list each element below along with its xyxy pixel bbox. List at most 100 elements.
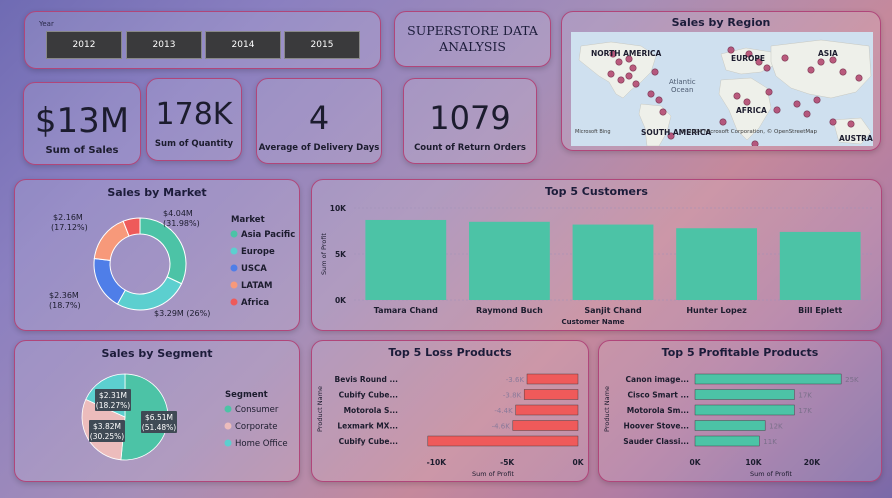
y-tick-label: Motorola S... [344,406,399,415]
legend-label: Home Office [235,439,288,449]
year-button-2015[interactable]: 2015 [284,31,360,59]
map-label-north-america: NORTH AMERICA [591,49,662,58]
map-bubble [765,88,773,96]
map-bubble [615,58,623,66]
y-tick-label: Hoover Stove... [623,422,689,431]
legend-label: Corporate [235,422,278,432]
year-button-2013[interactable]: 2013 [126,31,202,59]
kpi-returns-label: Count of Return Orders [414,143,526,153]
map-bubble [803,110,811,118]
bar [694,373,842,385]
y-tick-label: Bevis Round ... [335,375,399,384]
kpi-card-returns[interactable]: 1079 Count of Return Orders [403,78,537,164]
data-label: $3.29M (26%) [154,309,210,318]
south-america-landmass [638,103,672,146]
map-bubble [719,118,727,126]
data-label: 17K [798,392,812,400]
bar [427,435,579,447]
customers-chart-title: Top 5 Customers [545,185,648,198]
map-bubble [617,76,625,84]
data-label: (18.7%) [49,301,81,310]
year-button-2014[interactable]: 2014 [205,31,281,59]
kpi-card-delivery[interactable]: 4 Average of Delivery Days [256,78,382,164]
sales-by-market-chart[interactable]: Sales by Market $4.04M (31.98%) $3.29M (26… [14,179,300,331]
map-label-africa: AFRICA [736,106,767,115]
legend-label: Asia Pacific [241,230,295,240]
profitable-products-chart[interactable]: Top 5 Profitable Products Canon image...… [598,340,882,482]
map-label-europe: EUROPE [731,54,765,63]
sales-by-segment-chart[interactable]: Sales by Segment $6.51M (51.48%) $3.82M (30… [14,340,300,482]
year-slicer: Year 2012 2013 2014 2015 [24,11,381,69]
year-slicer-label: Year [39,20,54,28]
y-axis-label: Sum of Profit [320,233,328,275]
year-button-2012[interactable]: 2012 [46,31,122,59]
dashboard-title-card: SUPERSTORE DATA ANALYSIS [394,11,551,67]
market-chart-title: Sales by Market [107,186,207,199]
data-label: (17.12%) [51,223,88,232]
x-tick-label: Tamara Chand [374,306,438,315]
legend-label: USCA [241,264,267,274]
bar [512,420,579,431]
map-bubble [781,54,789,62]
data-label: 12K [769,423,783,431]
loss-products-chart[interactable]: Top 5 Loss Products Bevis Round ... -3.6K… [311,340,589,482]
x-axis-label: Sum of Profit [472,470,514,478]
y-tick-label: Cisco Smart ... [628,391,690,400]
dashboard-title-line1: SUPERSTORE DATA [407,23,538,39]
legend-marker [230,264,238,272]
y-tick-label: Cubify Cube... [339,391,399,400]
kpi-quantity-value: 178K [155,97,233,132]
data-label: -4.4K [494,407,513,415]
data-label: -4.6K [492,423,511,431]
data-label: $2.31M [99,391,127,400]
data-label: 25K [845,376,859,384]
x-tick-label: 20K [804,458,821,467]
loss-bar-svg: Bevis Round ... -3.6K Cubify Cube... -3.8K M… [316,373,585,478]
map-bubble [629,64,637,72]
legend-marker [230,298,238,306]
kpi-returns-value: 1079 [429,99,511,137]
legend-marker [224,422,232,430]
data-label: 17K [798,407,812,415]
bar [526,373,579,385]
donut-slice [116,276,183,311]
kpi-sales-label: Sum of Sales [45,145,119,156]
kpi-sales-value: $13M [34,101,130,141]
x-tick-label: Bill Eplett [798,306,842,315]
loss-chart-title: Top 5 Loss Products [388,346,512,359]
kpi-card-quantity[interactable]: 178K Sum of Quantity [146,78,242,161]
legend-title: Market [231,215,265,225]
map-bubble [632,80,640,88]
legend-marker [230,247,238,255]
map-bubble [793,100,801,108]
x-tick-label: Raymond Buch [476,306,543,315]
bar [694,404,795,416]
top-customers-chart[interactable]: Top 5 Customers 0K 5K 10K Tamara Chand Raymo… [311,179,882,331]
segment-chart-title: Sales by Segment [101,347,213,360]
data-label: (30.25%) [90,432,125,441]
data-label: (31.98%) [163,219,200,228]
bar [572,224,654,300]
bar [779,231,861,300]
x-tick-label: -5K [500,458,515,467]
map-bubble [727,46,735,54]
dashboard-title: SUPERSTORE DATA ANALYSIS [407,23,538,54]
map-bubble [855,74,863,82]
y-tick-label: Motorola Sm... [627,406,689,415]
data-label: $2.16M [53,213,83,222]
map-label-atlantic: Atlantic [669,78,696,86]
donut-slice [93,257,126,305]
data-label: -3.8K [503,392,522,400]
legend-label: Africa [241,298,269,308]
data-label: $2.36M [49,291,79,300]
map-label-asia: ASIA [818,49,838,58]
map-bubble [607,70,615,78]
map-canvas[interactable]: NORTH AMERICA EUROPE ASIA Atlantic Ocean… [571,32,873,146]
y-tick-label: Cubify Cube... [339,437,399,446]
x-tick-label: Hunter Lopez [686,306,747,315]
kpi-card-sales[interactable]: $13M Sum of Sales [23,82,141,165]
sales-by-region-map[interactable]: Sales by Region NORTH AMERICA EUROPE ASI… [561,11,881,151]
data-label: $4.04M [163,209,193,218]
legend-title: Segment [225,390,268,400]
legend-label: LATAM [241,281,273,291]
